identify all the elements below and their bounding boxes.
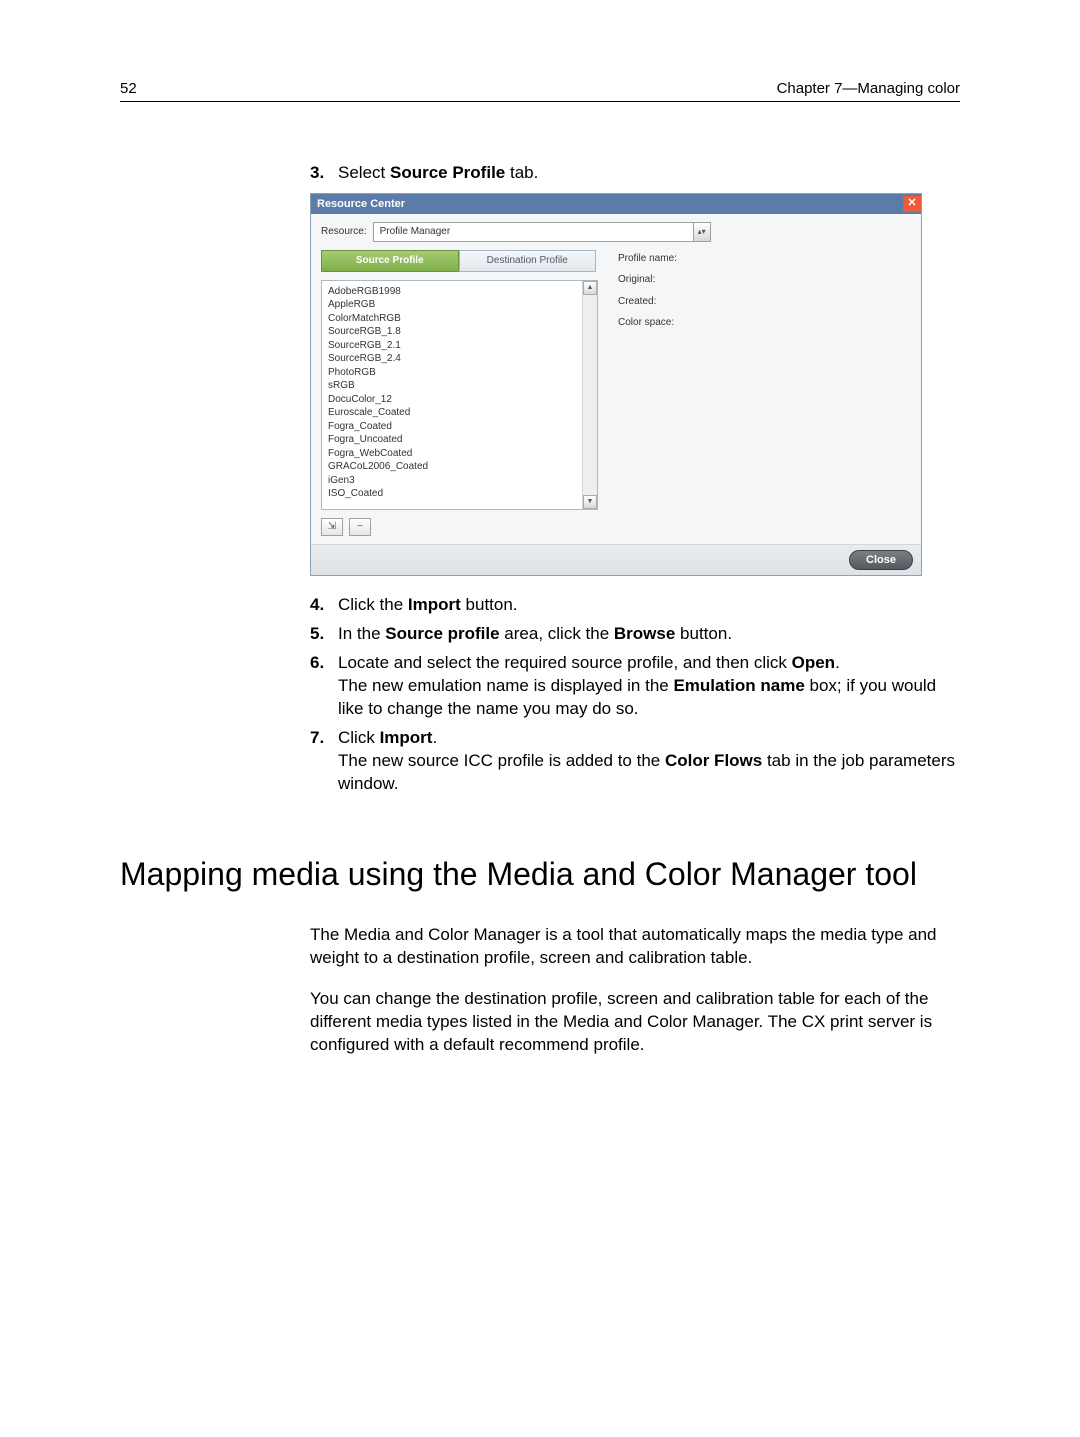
dropdown-value: Profile Manager [380,225,451,239]
step-6: 6. Locate and select the required source… [310,652,960,721]
toolbar: Resource: Profile Manager ▴▾ [311,214,921,250]
chapter-label: Chapter 7—Managing color [777,80,960,97]
page-header: 52 Chapter 7—Managing color [120,80,960,102]
meta-original: Original: [618,273,911,287]
list-item[interactable]: GRACoL2006_Coated [328,460,591,474]
step-text: Click Import. The new source ICC profile… [338,727,960,796]
paragraph: The Media and Color Manager is a tool th… [310,924,960,970]
text: The new emulation name is displayed in t… [338,676,673,695]
close-button[interactable]: Close [849,550,913,571]
text: area, click the [500,624,614,643]
meta-profile-name: Profile name: [618,252,911,266]
list-item[interactable]: Fogra_WebCoated [328,447,591,461]
bold-text: Browse [614,624,675,643]
body: 3. Select Source Profile tab. Resource C… [310,162,960,1057]
text: . [432,728,437,747]
scrollbar[interactable]: ▲ ▼ [582,281,597,509]
section-heading: Mapping media using the Media and Color … [120,855,960,893]
spinner-arrows-icon[interactable]: ▴▾ [693,223,710,241]
step-number: 6. [310,652,338,721]
profile-tabs: Source Profile Destination Profile [321,250,596,272]
page-number: 52 [120,80,137,97]
list-item[interactable]: SourceRGB_2.1 [328,339,591,353]
step-text: In the Source profile area, click the Br… [338,623,960,646]
tab-destination-profile[interactable]: Destination Profile [459,250,597,272]
scroll-up-icon[interactable]: ▲ [583,281,597,295]
list-item[interactable]: AdobeRGB1998 [328,285,591,299]
text: tab. [505,163,538,182]
dialog-titlebar[interactable]: Resource Center ✕ [311,194,921,214]
import-button[interactable]: ⇲ [321,518,343,536]
step-text: Locate and select the required source pr… [338,652,960,721]
list-item[interactable]: DocuColor_12 [328,393,591,407]
text: . [835,653,840,672]
minus-icon: − [357,520,363,534]
step-number: 3. [310,162,338,185]
list-item[interactable]: Fogra_Uncoated [328,433,591,447]
dialog-title: Resource Center [317,197,405,212]
step-text: Select Source Profile tab. [338,162,960,185]
text: Locate and select the required source pr… [338,653,792,672]
text: Click [338,728,380,747]
meta-created: Created: [618,295,911,309]
step-text: Click the Import button. [338,594,960,617]
profile-listbox[interactable]: AdobeRGB1998 AppleRGB ColorMatchRGB Sour… [321,280,598,510]
text: The new source ICC profile is added to t… [338,751,665,770]
text: button. [461,595,518,614]
step-5: 5. In the Source profile area, click the… [310,623,960,646]
list-item[interactable]: Fogra_Coated [328,420,591,434]
icon-button-row: ⇲ − [321,518,598,536]
profile-manager-body: Source Profile Destination Profile Adobe… [311,250,921,544]
dialog-footer: Close [311,544,921,575]
step-7: 7. Click Import. The new source ICC prof… [310,727,960,796]
step-3: 3. Select Source Profile tab. [310,162,960,185]
list-item[interactable]: ColorMatchRGB [328,312,591,326]
close-icon[interactable]: ✕ [903,196,921,212]
step-number: 7. [310,727,338,796]
step-4: 4. Click the Import button. [310,594,960,617]
scroll-down-icon[interactable]: ▼ [583,495,597,509]
list-item[interactable]: sRGB [328,379,591,393]
text: Click the [338,595,408,614]
left-column: Source Profile Destination Profile Adobe… [321,250,598,536]
step-number: 5. [310,623,338,646]
bold-text: Emulation name [673,676,804,695]
delete-button[interactable]: − [349,518,371,536]
bold-text: Source profile [385,624,499,643]
list-item[interactable]: SourceRGB_1.8 [328,325,591,339]
bold-text: Open [792,653,835,672]
meta-color-space: Color space: [618,316,911,330]
resource-dropdown[interactable]: Profile Manager ▴▾ [373,222,711,242]
bold-text: Import [408,595,461,614]
list-item[interactable]: PhotoRGB [328,366,591,380]
text: In the [338,624,385,643]
tab-source-profile[interactable]: Source Profile [321,250,459,272]
resource-center-dialog: Resource Center ✕ Resource: Profile Mana… [310,193,922,576]
profile-meta: Profile name: Original: Created: Color s… [618,250,911,536]
text: Select [338,163,390,182]
list-item[interactable]: iGen3 [328,474,591,488]
paragraph: You can change the destination profile, … [310,988,960,1057]
bold-text: Color Flows [665,751,762,770]
list-item[interactable]: ISO_Coated [328,487,591,501]
list-item[interactable]: AppleRGB [328,298,591,312]
resource-label: Resource: [321,225,367,239]
profile-list: AdobeRGB1998 AppleRGB ColorMatchRGB Sour… [322,281,597,505]
bold-text: Import [380,728,433,747]
bold-text: Source Profile [390,163,505,182]
import-icon: ⇲ [328,520,336,534]
list-item[interactable]: SourceRGB_2.4 [328,352,591,366]
text: button. [675,624,732,643]
step-number: 4. [310,594,338,617]
list-item[interactable]: Euroscale_Coated [328,406,591,420]
page: 52 Chapter 7—Managing color 3. Select So… [0,0,1080,1437]
